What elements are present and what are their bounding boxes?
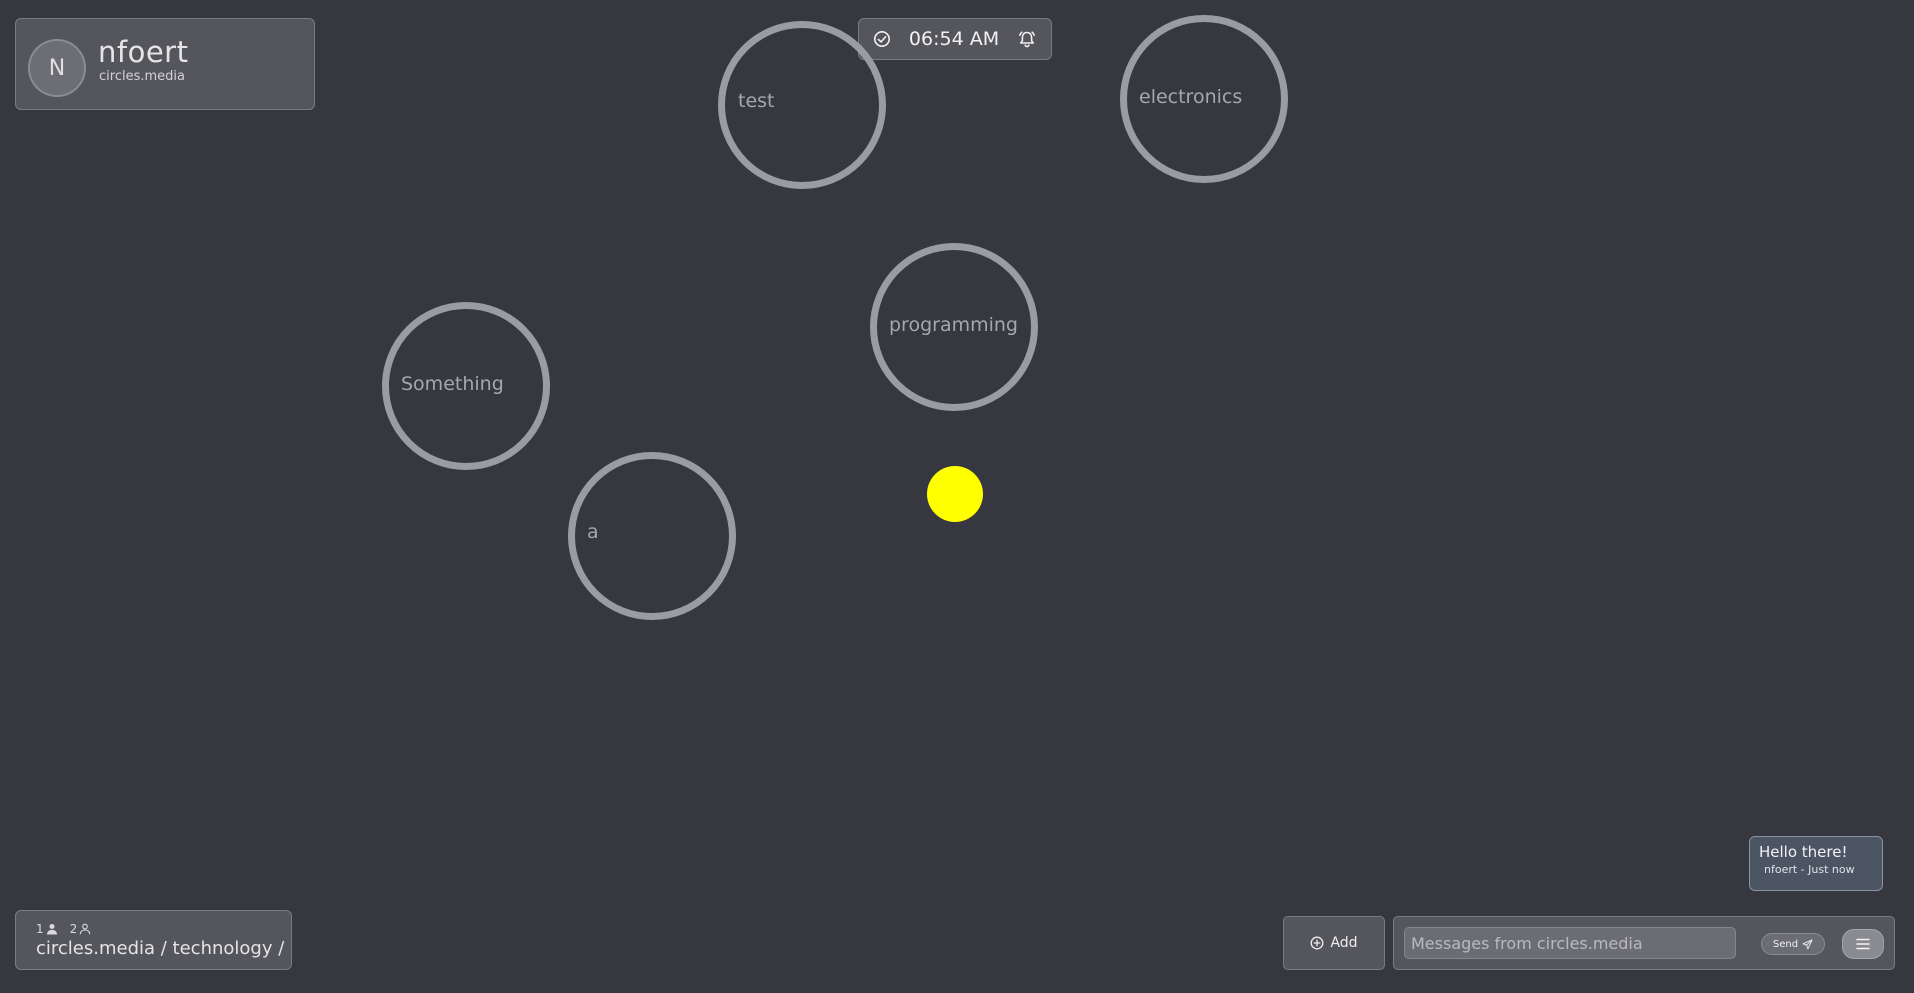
clock-time: 06:54 AM — [908, 28, 1000, 50]
breadcrumb[interactable]: circles.media / technology / — [36, 938, 284, 959]
circle-a[interactable]: a — [568, 452, 736, 620]
circle-label: a — [587, 521, 599, 543]
add-button[interactable]: Add — [1283, 916, 1385, 970]
toast-meta: nfoert - Just now — [1764, 863, 1855, 876]
username: nfoert — [98, 35, 189, 69]
circle-electronics[interactable]: electronics — [1120, 15, 1288, 183]
user-position-dot — [927, 466, 983, 522]
circle-label: electronics — [1139, 86, 1243, 108]
hamburger-menu-icon — [1856, 938, 1870, 950]
avatar[interactable]: N — [28, 39, 86, 97]
check-circle-icon[interactable] — [873, 30, 891, 48]
circles-canvas[interactable]: N nfoert circles.media 06:54 AM test ele… — [0, 0, 1914, 993]
toast-message: Hello there! — [1759, 843, 1848, 861]
user-domain: circles.media — [99, 69, 185, 84]
location-card: 1 2 circles.media / technology / — [15, 910, 292, 970]
alarm-icon[interactable] — [1017, 29, 1037, 49]
circle-label: programming — [889, 314, 1018, 336]
count-b: 2 — [69, 922, 78, 936]
avatar-initial: N — [48, 55, 66, 81]
send-button-label: Send — [1772, 938, 1799, 950]
circle-something[interactable]: Something — [382, 302, 550, 470]
clock-bar: 06:54 AM — [858, 18, 1052, 60]
menu-button[interactable] — [1842, 929, 1884, 959]
count-a: 1 — [36, 922, 44, 936]
circle-label: Something — [401, 373, 504, 395]
user-counts: 1 2 — [36, 922, 91, 936]
plus-circle-icon — [1310, 936, 1324, 950]
circle-programming[interactable]: programming — [870, 243, 1038, 411]
circle-test[interactable]: test — [718, 21, 886, 189]
user-card[interactable]: N nfoert circles.media — [15, 18, 315, 110]
paper-plane-icon — [1802, 938, 1813, 950]
person-filled-icon — [46, 923, 58, 935]
circle-label: test — [738, 90, 775, 112]
message-composer: Send — [1393, 916, 1895, 970]
message-toast: Hello there! nfoert - Just now — [1749, 836, 1883, 891]
person-outline-icon — [79, 923, 91, 935]
message-input[interactable] — [1404, 927, 1736, 959]
add-button-label: Add — [1330, 935, 1358, 951]
send-button[interactable]: Send — [1761, 933, 1825, 955]
